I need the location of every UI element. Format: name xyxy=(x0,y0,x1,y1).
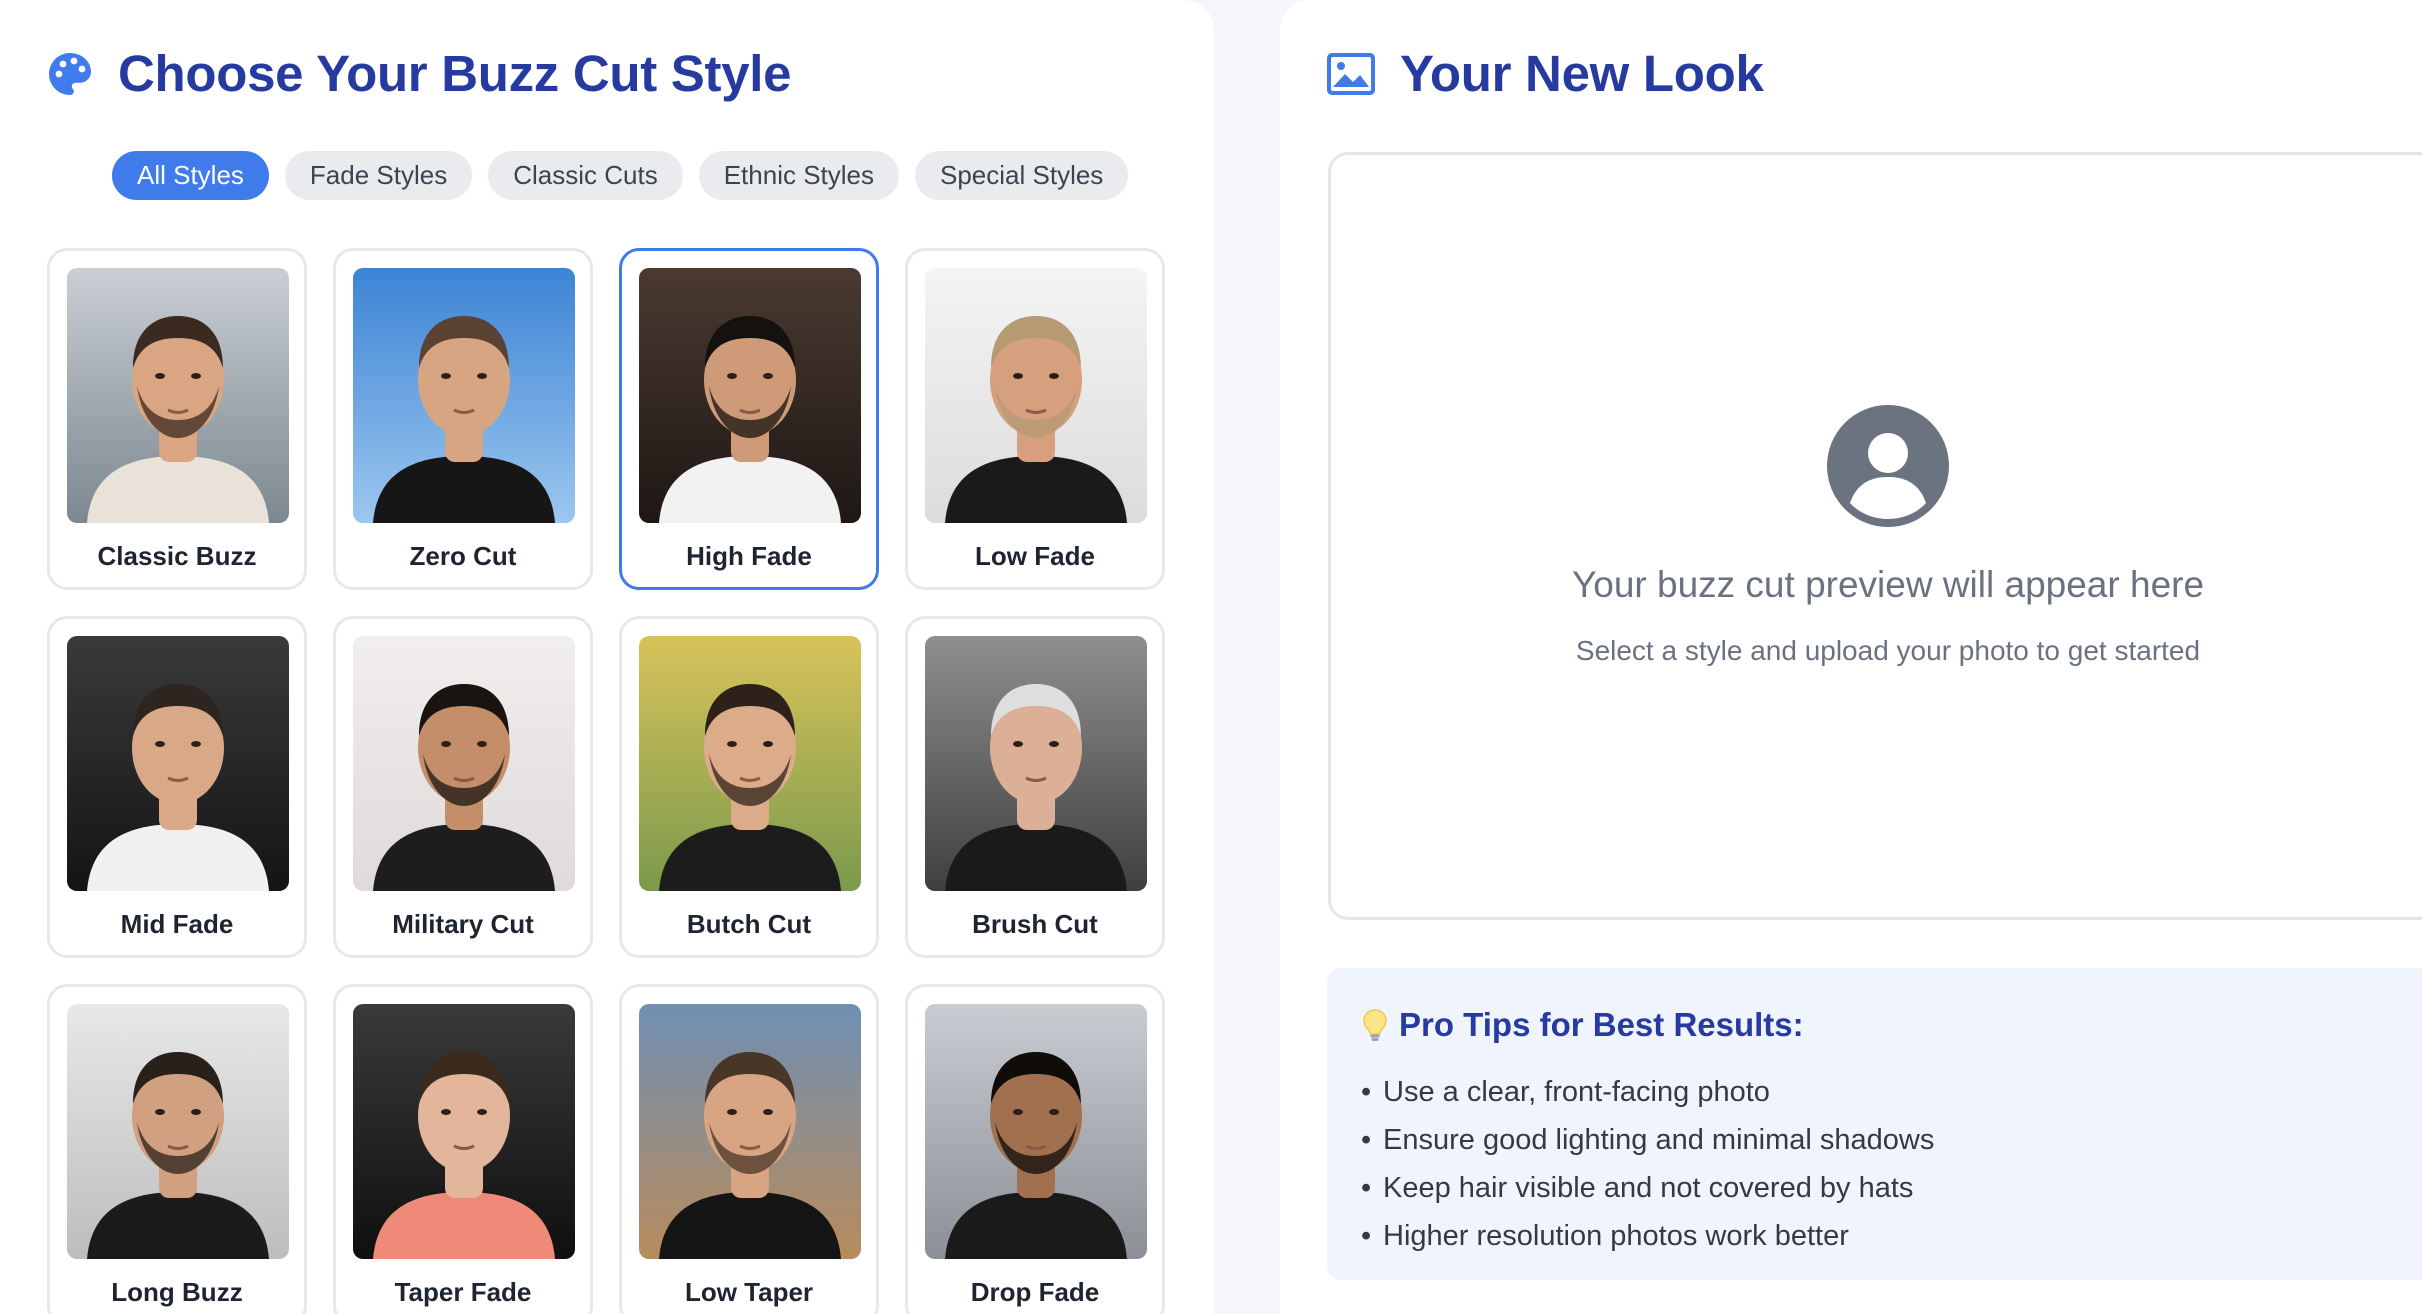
style-name: Taper Fade xyxy=(394,1277,532,1307)
filter-tab-all-styles[interactable]: All Styles xyxy=(112,151,269,200)
style-picker-header: Choose Your Buzz Cut Style xyxy=(46,44,792,103)
style-photo xyxy=(639,268,861,523)
style-card-butch-cut[interactable]: Butch Cut xyxy=(619,616,879,958)
style-card-mid-fade[interactable]: Mid Fade xyxy=(47,616,307,958)
palette-icon xyxy=(49,52,91,95)
style-card-low-fade[interactable]: Low Fade xyxy=(905,248,1165,590)
style-photo xyxy=(353,636,575,891)
style-card-military-cut[interactable]: Military Cut xyxy=(333,616,593,958)
style-name: Classic Buzz xyxy=(97,541,257,571)
filter-tab-fade-styles[interactable]: Fade Styles xyxy=(284,151,473,200)
preview-area: Your buzz cut preview will appear here S… xyxy=(1328,152,2422,920)
style-card-drop-fade[interactable]: Drop Fade xyxy=(905,984,1165,1314)
preview-title: Your New Look xyxy=(1400,45,1764,102)
style-photo xyxy=(639,636,861,891)
style-grid: Classic Buzz Zero Cut High Fade Low Fade… xyxy=(47,248,1165,1314)
style-card-low-taper[interactable]: Low Taper xyxy=(619,984,879,1314)
style-picker-title: Choose Your Buzz Cut Style xyxy=(118,45,792,102)
preview-placeholder-subtext: Select a style and upload your photo to … xyxy=(1575,635,2201,666)
list-item: • Ensure good lighting and minimal shadow… xyxy=(1361,1116,1934,1164)
user-avatar-icon xyxy=(1827,405,1949,527)
style-name: Low Fade xyxy=(975,541,1095,571)
style-name: Brush Cut xyxy=(972,909,1098,939)
style-name: High Fade xyxy=(686,541,812,571)
pro-tips-header: Pro Tips for Best Results: xyxy=(1361,1006,1804,1044)
tip-text: Use a clear, front-facing photo xyxy=(1383,1076,1770,1108)
preview-placeholder-text: Your buzz cut preview will appear here xyxy=(1571,564,2205,605)
bullet: • xyxy=(1361,1172,1372,1204)
style-card-long-buzz[interactable]: Long Buzz xyxy=(47,984,307,1314)
bullet: • xyxy=(1361,1076,1372,1108)
style-picker-panel: Choose Your Buzz Cut Style All Styles Fa… xyxy=(0,0,1214,1314)
style-card-brush-cut[interactable]: Brush Cut xyxy=(905,616,1165,958)
style-photo xyxy=(353,1004,575,1259)
lightbulb-icon xyxy=(1363,1009,1387,1041)
style-card-classic-buzz[interactable]: Classic Buzz xyxy=(47,248,307,590)
preview-header: Your New Look xyxy=(1326,44,1764,103)
style-name: Zero Cut xyxy=(409,541,517,571)
filter-tab-special-styles[interactable]: Special Styles xyxy=(915,151,1129,200)
style-photo xyxy=(353,268,575,523)
preview-panel: Your New Look Your buzz cut preview will… xyxy=(1280,0,2422,1314)
style-name: Butch Cut xyxy=(686,909,812,939)
style-name: Long Buzz xyxy=(111,1277,243,1307)
style-photo xyxy=(67,636,289,891)
bullet: • xyxy=(1361,1220,1372,1252)
style-photo xyxy=(67,1004,289,1259)
bullet: • xyxy=(1361,1124,1372,1156)
filter-tab-ethnic-styles[interactable]: Ethnic Styles xyxy=(698,151,899,200)
style-card-taper-fade[interactable]: Taper Fade xyxy=(333,984,593,1314)
style-photo xyxy=(925,636,1147,891)
app-page: Choose Your Buzz Cut Style All Styles Fa… xyxy=(0,0,2422,1314)
tip-text: Higher resolution photos work better xyxy=(1383,1220,1849,1252)
style-photo xyxy=(925,1004,1147,1259)
style-photo xyxy=(639,1004,861,1259)
style-card-zero-cut[interactable]: Zero Cut xyxy=(333,248,593,590)
style-card-high-fade[interactable]: High Fade xyxy=(619,248,879,590)
pro-tips-title: Pro Tips for Best Results: xyxy=(1399,1006,1804,1043)
style-name: Low Taper xyxy=(684,1277,814,1307)
list-item: • Higher resolution photos work better xyxy=(1361,1212,1934,1260)
tip-text: Ensure good lighting and minimal shadows xyxy=(1383,1124,1935,1156)
filter-tabs: All Styles Fade Styles Classic Cuts Ethn… xyxy=(112,151,1129,200)
image-icon xyxy=(1327,52,1375,95)
filter-tab-classic-cuts[interactable]: Classic Cuts xyxy=(488,151,683,200)
style-name: Drop Fade xyxy=(970,1277,1100,1307)
style-photo xyxy=(67,268,289,523)
pro-tips-box: Pro Tips for Best Results: • Use a clear,… xyxy=(1327,968,2422,1280)
style-name: Military Cut xyxy=(392,909,534,939)
style-photo xyxy=(925,268,1147,523)
list-item: • Use a clear, front-facing photo xyxy=(1361,1068,1934,1116)
tip-text: Keep hair visible and not covered by hat… xyxy=(1383,1172,1914,1204)
pro-tips-list: • Use a clear, front-facing photo • Ensure… xyxy=(1361,1068,1934,1260)
style-name: Mid Fade xyxy=(120,909,234,939)
list-item: • Keep hair visible and not covered by ha… xyxy=(1361,1164,1934,1212)
